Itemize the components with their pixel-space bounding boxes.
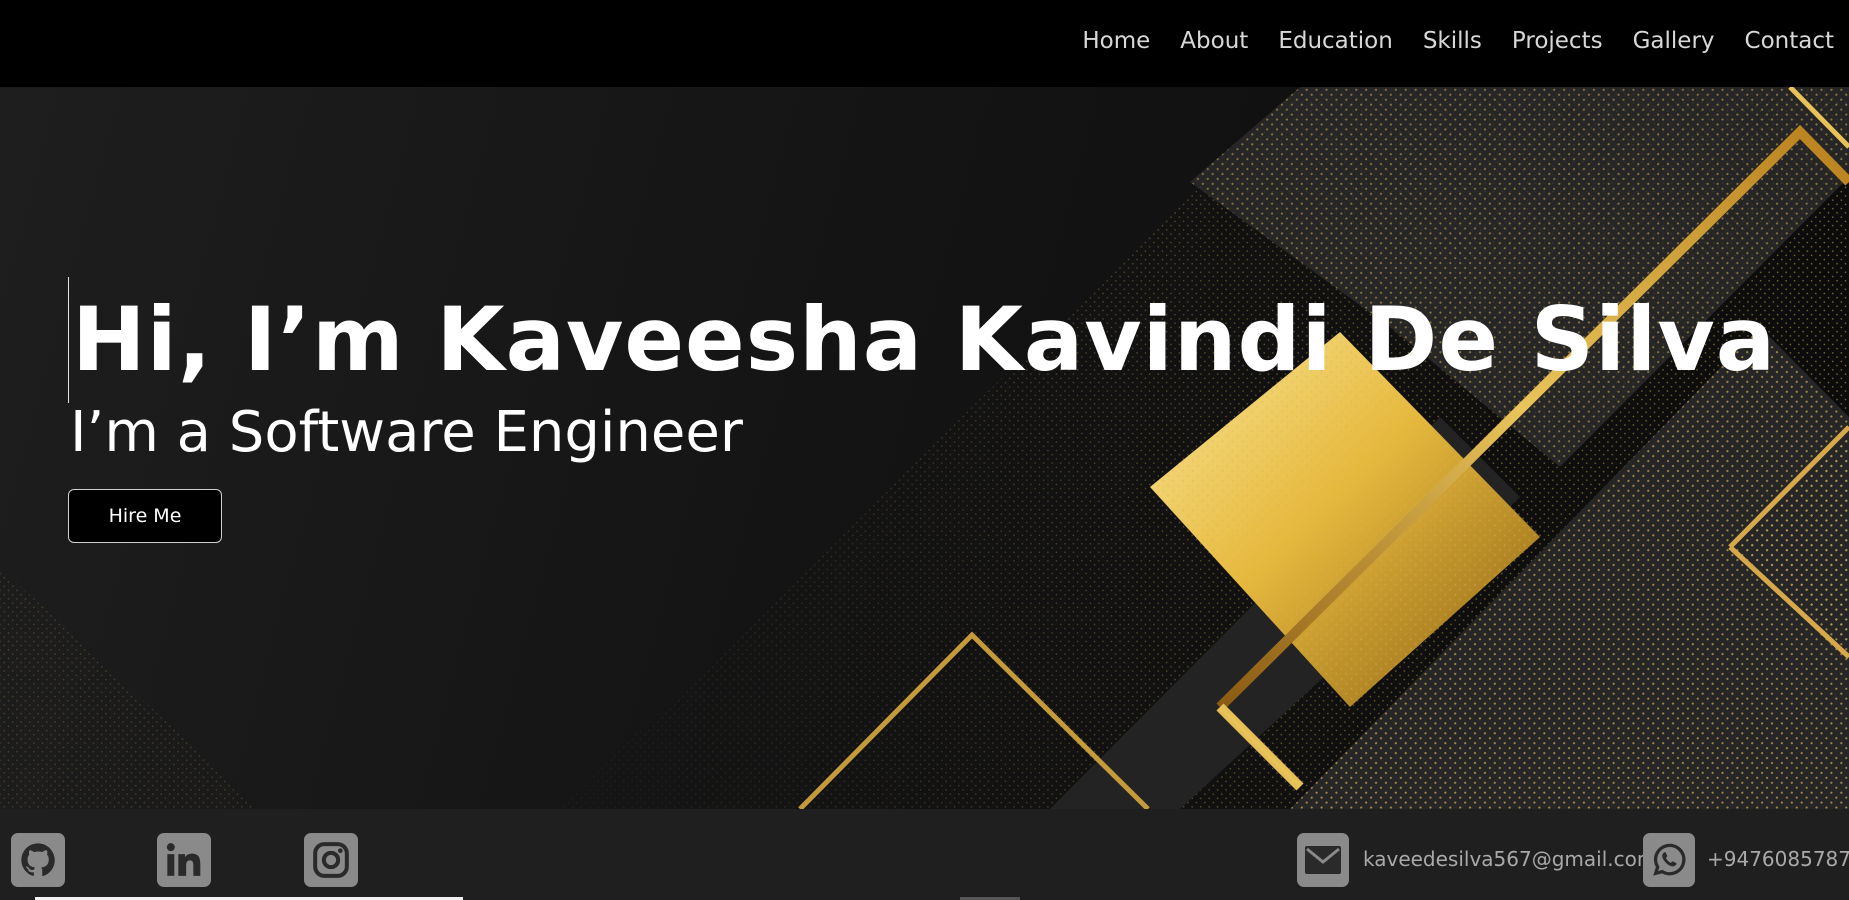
nav-item-education[interactable]: Education bbox=[1278, 28, 1393, 54]
linkedin-link[interactable] bbox=[157, 833, 211, 887]
github-icon bbox=[21, 843, 55, 877]
nav-item-gallery[interactable]: Gallery bbox=[1633, 28, 1715, 54]
hire-me-button[interactable]: Hire Me bbox=[68, 489, 222, 543]
nav-item-projects[interactable]: Projects bbox=[1512, 28, 1603, 54]
envelope-icon bbox=[1305, 846, 1341, 874]
nav-menu: Home About Education Skills Projects Gal… bbox=[1082, 28, 1834, 54]
whatsapp-icon bbox=[1653, 843, 1686, 876]
nav-item-about[interactable]: About bbox=[1180, 28, 1248, 54]
linkedin-icon bbox=[166, 843, 201, 876]
instagram-link[interactable] bbox=[304, 833, 358, 887]
top-navbar: Home About Education Skills Projects Gal… bbox=[0, 0, 1849, 87]
nav-item-skills[interactable]: Skills bbox=[1423, 28, 1482, 54]
hero-subheadline: I’m a Software Engineer bbox=[70, 400, 743, 465]
portfolio-page: Home About Education Skills Projects Gal… bbox=[0, 0, 1849, 900]
phone-number[interactable]: +94760857876 bbox=[1707, 847, 1849, 871]
hero-section: Hi, I’m Kaveesha Kavindi De Silva I’m a … bbox=[0, 87, 1849, 809]
typing-cursor bbox=[68, 277, 69, 403]
hero-headline: Hi, I’m Kaveesha Kavindi De Silva bbox=[72, 288, 1777, 391]
nav-item-contact[interactable]: Contact bbox=[1745, 28, 1834, 54]
github-link[interactable] bbox=[11, 833, 65, 887]
nav-item-home[interactable]: Home bbox=[1082, 28, 1150, 54]
contact-bar: kaveedesilva567@gmail.com +94760857876 bbox=[0, 809, 1849, 900]
hero-intro: Hi, I’m Kaveesha Kavindi De Silva I’m a … bbox=[68, 277, 1776, 543]
instagram-icon bbox=[313, 842, 349, 878]
email-address[interactable]: kaveedesilva567@gmail.com bbox=[1363, 847, 1656, 871]
email-icon-box[interactable] bbox=[1297, 833, 1349, 887]
whatsapp-icon-box[interactable] bbox=[1643, 833, 1695, 887]
